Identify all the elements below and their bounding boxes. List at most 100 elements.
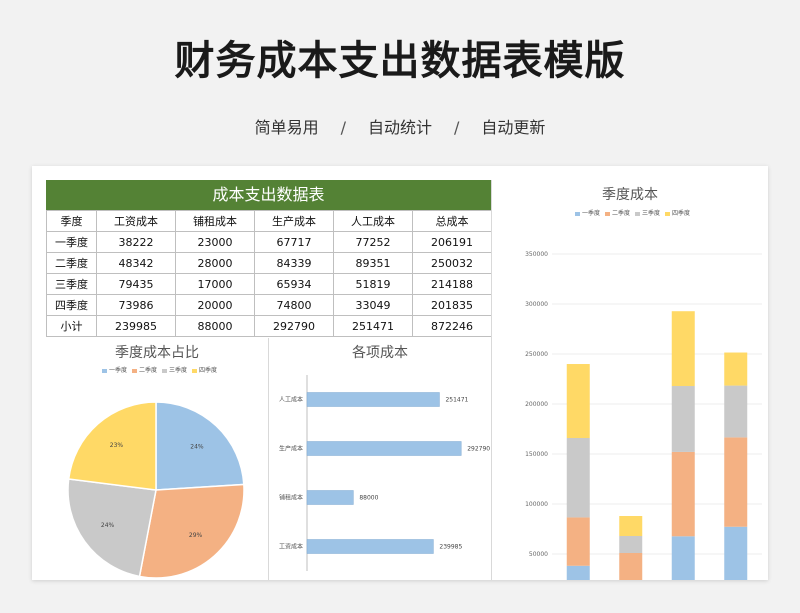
hbar-category-label: 铺租成本 xyxy=(279,494,303,502)
stacked-bar-segment xyxy=(619,536,643,553)
pie-data-label: 24% xyxy=(101,522,115,529)
stacked-bar-segment xyxy=(619,516,643,536)
hbar-data-label: 251471 xyxy=(445,397,468,404)
table-header-row: 季度 工资成本 铺租成本 生产成本 人工成本 总成本 xyxy=(46,210,492,232)
table-cell: 17000 xyxy=(175,273,255,295)
stacked-bar-segment xyxy=(566,565,590,580)
hbar-category-label: 工资成本 xyxy=(279,543,303,551)
stacked-bar-segment xyxy=(671,451,695,537)
hbar-bar xyxy=(306,490,354,505)
legend-swatch xyxy=(162,368,167,373)
table-cell: 872246 xyxy=(412,315,492,337)
legend-swatch xyxy=(101,368,107,373)
table-cell: 四季度 xyxy=(46,294,97,316)
table-row: 二季度 48342 28000 84339 89351 250032 xyxy=(46,252,492,274)
legend-label: 三季度 xyxy=(169,367,188,374)
pie-chart-pane: 季度成本占比 一季度 二季度 三季度 四季度 24% 29% 24% 23% xyxy=(46,338,268,580)
pie-data-label: 23% xyxy=(110,442,124,449)
feature-tags: 简单易用 / 自动统计 / 自动更新 xyxy=(0,114,800,138)
y-tick-label: 50000 xyxy=(529,551,548,558)
table-title: 成本支出数据表 xyxy=(46,180,491,210)
stacked-bar-segment xyxy=(724,526,748,580)
legend-swatch xyxy=(131,368,137,373)
table-cell: 67717 xyxy=(254,231,334,253)
stacked-bar-segment xyxy=(724,385,748,438)
column-header: 总成本 xyxy=(412,210,492,232)
column-header: 人工成本 xyxy=(333,210,413,232)
table-row: 一季度 38222 23000 67717 77252 206191 xyxy=(46,231,492,253)
stacked-bar-segment xyxy=(671,386,695,452)
table-cell: 74800 xyxy=(254,294,334,316)
stacked-bar-segment xyxy=(566,517,590,566)
y-tick-label: 100000 xyxy=(525,501,548,508)
hbar-chart: 人工成本 251471 生产成本 292790 铺租成本 88000 工资成本 239985 xyxy=(279,375,490,571)
table-cell: 51819 xyxy=(333,273,413,295)
table-cell: 33049 xyxy=(333,294,413,316)
stacked-bar-segment xyxy=(724,352,748,386)
hbar-chart-pane: 各项成本 人工成本 251471 生产成本 292790 铺租成本 88000 工资成本 23… xyxy=(269,338,491,580)
pie-data-label: 29% xyxy=(189,532,203,539)
table-cell: 一季度 xyxy=(46,231,97,253)
y-tick-label: 250000 xyxy=(525,351,548,358)
pie-chart-legend: 一季度 二季度 三季度 四季度 xyxy=(46,365,268,374)
stacked-chart-pane: 季度成本 一季度 二季度 三季度 四季度 50000 100000 150000 20000… xyxy=(492,180,768,580)
hbar-data-label: 88000 xyxy=(359,495,378,502)
table-row: 小计 239985 88000 292790 251471 872246 xyxy=(46,315,492,337)
stacked-bar-chart: 50000 100000 150000 200000 250000 300000 35000… xyxy=(525,251,762,580)
table-cell: 二季度 xyxy=(46,252,97,274)
stacked-bar-segment xyxy=(566,364,590,439)
legend-label: 二季度 xyxy=(138,367,157,374)
table-cell: 65934 xyxy=(254,273,334,295)
page-title: 财务成本支出数据表模版 xyxy=(174,38,626,84)
hbar-data-label: 239985 xyxy=(439,544,462,551)
table-cell: 73986 xyxy=(96,294,176,316)
stacked-bar-segment xyxy=(671,311,695,387)
table-cell: 201835 xyxy=(412,294,492,316)
pie-chart-title: 季度成本占比 xyxy=(115,345,199,361)
tag-easy: 简单易用 xyxy=(254,118,319,137)
hbar-bar xyxy=(306,441,462,456)
table-cell: 88000 xyxy=(175,315,255,337)
table-cell: 23000 xyxy=(175,231,255,253)
pie-chart: 24% 29% 24% 23% xyxy=(67,401,245,578)
y-tick-label: 200000 xyxy=(525,401,548,408)
table-cell: 小计 xyxy=(46,315,97,337)
hbar-bar xyxy=(306,392,440,407)
legend-swatch xyxy=(192,368,198,373)
hbar-category-label: 人工成本 xyxy=(279,396,303,404)
table-cell: 292790 xyxy=(254,315,334,337)
table-row: 四季度 73986 20000 74800 33049 201835 xyxy=(46,294,492,316)
table-cell: 239985 xyxy=(96,315,176,337)
y-tick-label: 300000 xyxy=(525,301,548,308)
tag-separator: / xyxy=(454,118,460,137)
stacked-bar-segment xyxy=(619,553,643,580)
table-cell: 28000 xyxy=(175,252,255,274)
stacked-bar-segment xyxy=(671,536,695,580)
cost-data-table: 季度 工资成本 铺租成本 生产成本 人工成本 总成本 一季度 38222 23000 67717 7… xyxy=(46,210,492,337)
pie-data-label: 24% xyxy=(190,443,204,450)
table-cell: 48342 xyxy=(96,252,176,274)
column-header: 工资成本 xyxy=(96,210,176,232)
y-tick-label: 350000 xyxy=(525,251,548,258)
table-cell: 84339 xyxy=(254,252,334,274)
hbar-category-label: 生产成本 xyxy=(279,445,303,453)
table-cell: 206191 xyxy=(412,231,492,253)
table-cell: 38222 xyxy=(96,231,176,253)
spreadsheet-preview: 成本支出数据表 季度 工资成本 铺租成本 生产成本 人工成本 总成本 一季度 38222 230… xyxy=(32,166,768,580)
legend-label: 一季度 xyxy=(108,367,127,374)
column-header: 铺租成本 xyxy=(175,210,255,232)
hbar-data-label: 292790 xyxy=(467,446,490,453)
table-cell: 214188 xyxy=(412,273,492,295)
column-header: 季度 xyxy=(46,210,97,232)
tag-separator: / xyxy=(340,118,346,137)
y-tick-label: 150000 xyxy=(525,451,548,458)
table-cell: 77252 xyxy=(333,231,413,253)
cost-table: 成本支出数据表 季度 工资成本 铺租成本 生产成本 人工成本 总成本 一季度 38222 230… xyxy=(46,180,492,337)
table-cell: 250032 xyxy=(412,252,492,274)
table-cell: 89351 xyxy=(333,252,413,274)
hbar-bar xyxy=(306,539,434,554)
legend-label: 四季度 xyxy=(199,367,218,374)
stacked-bar-segment xyxy=(566,438,590,518)
column-header: 生产成本 xyxy=(254,210,334,232)
tag-auto-stats: 自动统计 xyxy=(367,118,432,137)
